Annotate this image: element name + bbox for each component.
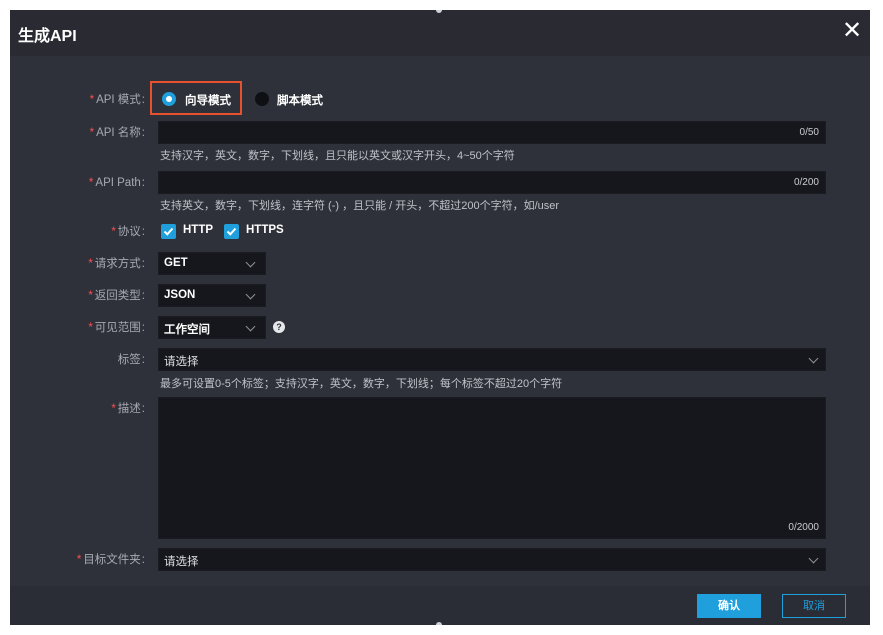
api-name-counter: 0/50: [799, 127, 819, 138]
help-icon[interactable]: ?: [273, 321, 285, 333]
description-textarea[interactable]: 0/2000: [158, 397, 826, 539]
method-value: GET: [164, 257, 188, 269]
check-icon: [226, 227, 237, 236]
chevron-down-icon: [245, 257, 256, 268]
https-checkbox[interactable]: [224, 224, 239, 239]
cancel-button[interactable]: 取消: [782, 594, 846, 618]
tags-select[interactable]: 请选择: [158, 348, 826, 371]
description-label: * 描述:: [111, 403, 145, 415]
tags-hint: 最多可设置0-5个标签；支持汉字，英文，数字，下划线；每个标签不超过20个字符: [160, 378, 563, 390]
return-type-select[interactable]: JSON: [158, 284, 266, 307]
tags-label: 标签:: [117, 354, 145, 366]
confirm-button[interactable]: 确认: [697, 594, 761, 618]
api-name-label: * API 名称:: [89, 127, 145, 139]
folder-placeholder: 请选择: [164, 556, 199, 568]
dialog-footer: 确认 取消: [10, 586, 870, 625]
http-checkbox[interactable]: [161, 224, 176, 239]
folder-label: * 目标文件夹:: [76, 554, 145, 566]
api-path-hint: 支持英文，数字，下划线，连字符 (-) ，且只能 / 开头，不超过200个字符，…: [160, 200, 560, 212]
api-path-label: * API Path:: [88, 177, 145, 189]
dialog-body: * API 模式: 向导模式 脚本模式 * API 名称: 0/50 支持汉字，英文…: [10, 56, 870, 586]
tags-placeholder: 请选择: [164, 356, 199, 368]
check-icon: [163, 227, 174, 236]
generate-api-dialog: 生成API ✕ * API 模式: 向导模式 脚本模式 * API 名称: 0/50…: [10, 10, 870, 625]
dialog-header: 生成API ✕: [10, 10, 870, 56]
api-mode-label: * API 模式:: [89, 94, 145, 106]
scope-label: * 可见范围:: [88, 322, 145, 334]
method-label: * 请求方式:: [88, 258, 145, 270]
api-path-counter: 0/200: [793, 177, 819, 188]
scope-value: 工作空间: [164, 324, 210, 336]
radio-wizard-mode[interactable]: [162, 92, 176, 106]
radio-wizard-mode-label[interactable]: 向导模式: [185, 92, 231, 108]
api-path-input[interactable]: 0/200: [158, 171, 826, 194]
chevron-down-icon: [245, 321, 256, 332]
folder-select[interactable]: 请选择: [158, 548, 826, 571]
return-type-label: * 返回类型:: [88, 290, 145, 302]
method-select[interactable]: GET: [158, 252, 266, 275]
radio-script-mode-label[interactable]: 脚本模式: [277, 92, 323, 108]
radio-script-mode[interactable]: [255, 92, 269, 106]
close-icon[interactable]: ✕: [840, 18, 864, 44]
scope-select[interactable]: 工作空间: [158, 316, 266, 339]
bottom-dot: [436, 622, 442, 625]
api-name-input[interactable]: 0/50: [158, 121, 826, 144]
description-counter: 0/2000: [788, 522, 819, 533]
return-type-value: JSON: [164, 289, 196, 301]
https-label[interactable]: HTTPS: [246, 224, 284, 236]
chevron-down-icon: [245, 289, 256, 300]
dialog-title: 生成API: [18, 28, 77, 45]
chevron-down-icon: [808, 553, 819, 564]
chevron-down-icon: [808, 353, 819, 364]
http-label[interactable]: HTTP: [183, 224, 213, 236]
api-name-hint: 支持汉字，英文，数字，下划线，且只能以英文或汉字开头，4~50个字符: [160, 150, 515, 162]
protocol-label: * 协议:: [111, 226, 145, 238]
